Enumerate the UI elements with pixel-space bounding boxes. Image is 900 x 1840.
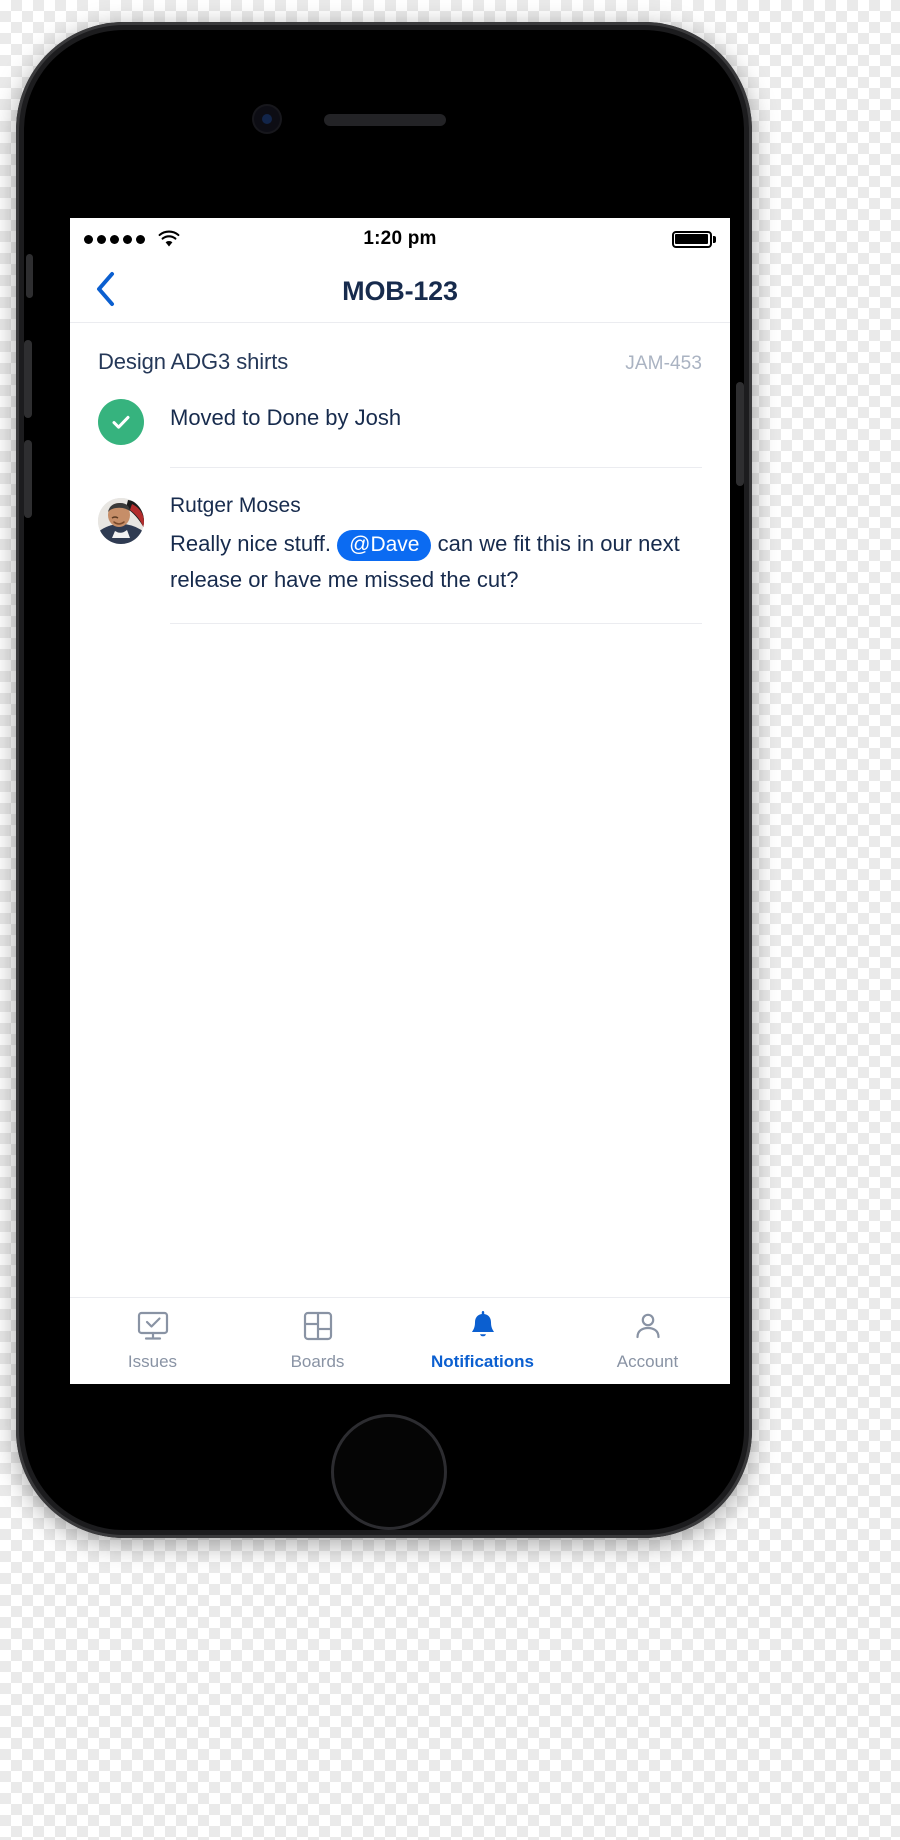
home-button[interactable] (331, 1414, 447, 1530)
tab-account-label: Account (616, 1351, 679, 1371)
volume-down-button[interactable] (24, 440, 32, 518)
tab-notifications-label: Notifications (431, 1351, 534, 1371)
activity-status-icon-wrap (98, 395, 170, 468)
navigation-bar: MOB-123 (70, 260, 730, 323)
comment-author: Rutger Moses (170, 494, 301, 517)
activity-body: Moved to Done by Josh (170, 395, 702, 468)
comment-text-before: Really nice stuff. (170, 531, 332, 556)
front-camera-icon (254, 106, 280, 132)
tab-issues[interactable]: Issues (70, 1298, 235, 1384)
activity-text: Moved to Done by Josh (170, 405, 402, 430)
issues-monitor-icon (136, 1311, 170, 1346)
power-button[interactable] (736, 382, 744, 486)
person-icon (633, 1311, 663, 1346)
page-title: MOB-123 (342, 275, 458, 306)
phone-device-frame: 1:20 pm MOB-123 Design ADG3 shirts JAM-4… (16, 22, 752, 1538)
chevron-left-icon (94, 271, 116, 312)
issue-header[interactable]: Design ADG3 shirts JAM-453 (70, 323, 730, 395)
check-circle-icon (98, 399, 144, 445)
activity-row[interactable]: Moved to Done by Josh (70, 395, 730, 468)
boards-grid-icon (302, 1311, 334, 1346)
tab-notifications[interactable]: Notifications (400, 1298, 565, 1384)
back-button[interactable] (70, 260, 140, 322)
bell-icon (468, 1310, 498, 1346)
avatar-wrap (98, 494, 170, 624)
issue-key-badge: JAM-453 (625, 353, 702, 374)
bottom-tab-bar: Issues Boards Notifications Account (70, 1297, 730, 1384)
status-bar: 1:20 pm (70, 218, 730, 260)
earpiece-speaker (324, 114, 446, 126)
mention-pill[interactable]: @Dave (337, 530, 432, 562)
tab-issues-label: Issues (127, 1351, 178, 1371)
tab-account[interactable]: Account (565, 1298, 730, 1384)
tab-boards-label: Boards (290, 1351, 345, 1371)
avatar (98, 498, 144, 544)
issue-title: Design ADG3 shirts (98, 349, 289, 374)
tab-boards[interactable]: Boards (235, 1298, 400, 1384)
silent-switch[interactable] (26, 254, 33, 298)
signal-strength-icon (84, 234, 145, 244)
wifi-icon (157, 230, 181, 248)
comment-row[interactable]: Rutger Moses Really nice stuff. @Dave ca… (70, 468, 730, 625)
comment-body: Rutger Moses Really nice stuff. @Dave ca… (170, 494, 702, 625)
volume-up-button[interactable] (24, 340, 32, 418)
phone-screen: 1:20 pm MOB-123 Design ADG3 shirts JAM-4… (70, 218, 730, 1384)
comment-text: Really nice stuff. @Dave can we fit this… (170, 526, 702, 597)
battery-full-icon (671, 230, 716, 248)
notification-detail-content: Design ADG3 shirts JAM-453 Moved to Done… (70, 323, 730, 625)
